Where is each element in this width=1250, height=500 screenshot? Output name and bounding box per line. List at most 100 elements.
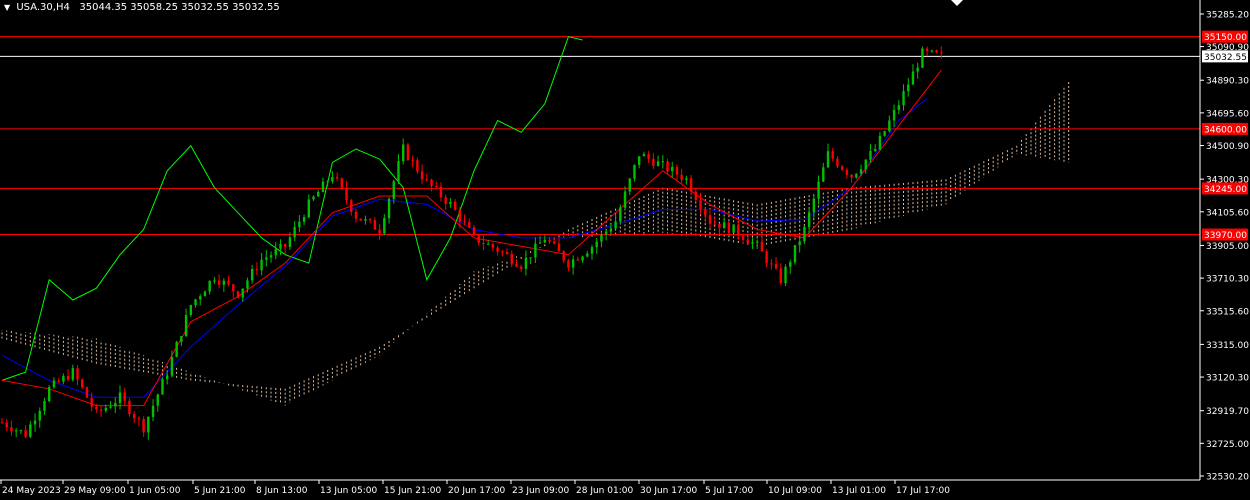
candle-body	[43, 401, 46, 411]
candle-body	[510, 254, 513, 264]
time-tick-label: 30 Jun 17:00	[640, 486, 697, 496]
candle-body	[614, 221, 617, 229]
candle-body	[194, 299, 197, 306]
candle-body	[298, 221, 301, 228]
candle-body	[335, 176, 339, 179]
candle-body	[170, 357, 174, 376]
candle-body	[350, 200, 353, 212]
candle-body	[798, 241, 801, 246]
candle-body	[33, 420, 37, 425]
candle-body	[793, 245, 797, 263]
candle-body	[236, 291, 240, 298]
time-tick-label: 10 Jul 09:00	[768, 486, 822, 496]
candle-body	[874, 149, 877, 151]
candle-body	[628, 178, 631, 192]
candle-body	[581, 256, 584, 261]
candle-body	[727, 222, 731, 233]
candle-body	[378, 229, 381, 234]
candle-body	[486, 243, 490, 245]
price-chart[interactable]: 35285.2035090.9034890.3034695.6034500.90…	[0, 0, 1250, 500]
price-tick-label: 35285.20	[1206, 11, 1249, 21]
candle-body	[359, 218, 362, 221]
candle-body	[387, 198, 391, 219]
candle-body	[940, 52, 943, 54]
candle-body	[496, 247, 499, 252]
candle-body	[741, 235, 745, 241]
candle-body	[137, 418, 141, 420]
candle-body	[76, 368, 79, 380]
candle-body	[883, 131, 886, 136]
candle-body	[840, 166, 844, 170]
candle-body	[529, 257, 532, 259]
chart-header: ▼ USA.30,H4 35044.35 35058.25 35032.55 3…	[4, 2, 280, 13]
candle-body	[147, 416, 150, 433]
candle-body	[345, 187, 348, 201]
candle-body	[354, 211, 358, 219]
time-tick-label: 8 Jun 13:00	[256, 486, 308, 496]
candle-body	[128, 400, 131, 415]
candle-body	[916, 67, 919, 72]
candle-body	[439, 186, 443, 198]
candle-body	[189, 305, 192, 316]
tenkan-sen-line	[1, 69, 942, 407]
candle-body	[656, 161, 660, 166]
price-tick-label: 34105.60	[1206, 208, 1249, 218]
candle-body	[713, 223, 716, 225]
candle-body	[255, 269, 259, 271]
candle-body	[520, 266, 523, 269]
price-tick-label: 32919.70	[1206, 407, 1249, 417]
candle-body	[420, 171, 424, 180]
candle-body	[680, 174, 683, 180]
candle-body	[756, 241, 759, 243]
candle-body	[19, 430, 23, 432]
candle-body	[411, 159, 414, 161]
candle-body	[538, 242, 542, 244]
candle-body	[689, 178, 693, 192]
candle-body	[284, 244, 287, 247]
candle-body	[789, 262, 792, 267]
candle-body	[132, 414, 136, 419]
price-tick-label: 32530.20	[1206, 473, 1249, 483]
candle-body	[557, 243, 561, 252]
candle-body	[279, 244, 282, 249]
candle-body	[935, 50, 938, 53]
candle-body	[586, 253, 589, 257]
candle-body	[921, 48, 924, 68]
candle-body	[85, 387, 89, 398]
candle-body	[770, 263, 773, 265]
candle-body	[571, 259, 575, 268]
candle-body	[609, 228, 613, 232]
level-price-label: 33970.00	[1204, 231, 1247, 241]
candle-body	[722, 222, 726, 229]
candle-body	[397, 161, 400, 182]
candle-body	[505, 251, 509, 255]
candle-body	[222, 280, 226, 285]
chart-window[interactable]: 35285.20 35090.90 34890.30 34695.60 34500.90…	[0, 0, 1250, 500]
candle-body	[364, 219, 367, 221]
candle-body	[444, 197, 447, 204]
candle-body	[118, 392, 122, 403]
time-tick-label: 13 Jul 01:00	[832, 486, 886, 496]
candle-body	[675, 167, 679, 175]
triangle-down-icon[interactable]	[951, 0, 963, 6]
candle-body	[897, 105, 900, 110]
candle-body	[760, 241, 764, 252]
candle-body	[260, 259, 263, 271]
candle-body	[48, 387, 51, 402]
price-tick-label: 33315.00	[1206, 341, 1249, 351]
candle-body	[576, 259, 580, 261]
price-tick-label: 33905.00	[1206, 242, 1249, 252]
candle-body	[482, 242, 485, 245]
candle-body	[888, 120, 891, 132]
level-price-label: 34600.00	[1204, 125, 1247, 135]
candle-body	[732, 224, 735, 233]
time-tick-label: 17 Jul 17:00	[896, 486, 950, 496]
candle-body	[288, 237, 292, 247]
candle-body	[774, 263, 778, 269]
candle-body	[633, 164, 636, 179]
candle-body	[38, 410, 41, 421]
candle-body	[661, 161, 664, 163]
candle-body	[553, 241, 556, 244]
candle-body	[859, 169, 863, 174]
triangle-down-icon[interactable]: ▼	[4, 3, 10, 12]
